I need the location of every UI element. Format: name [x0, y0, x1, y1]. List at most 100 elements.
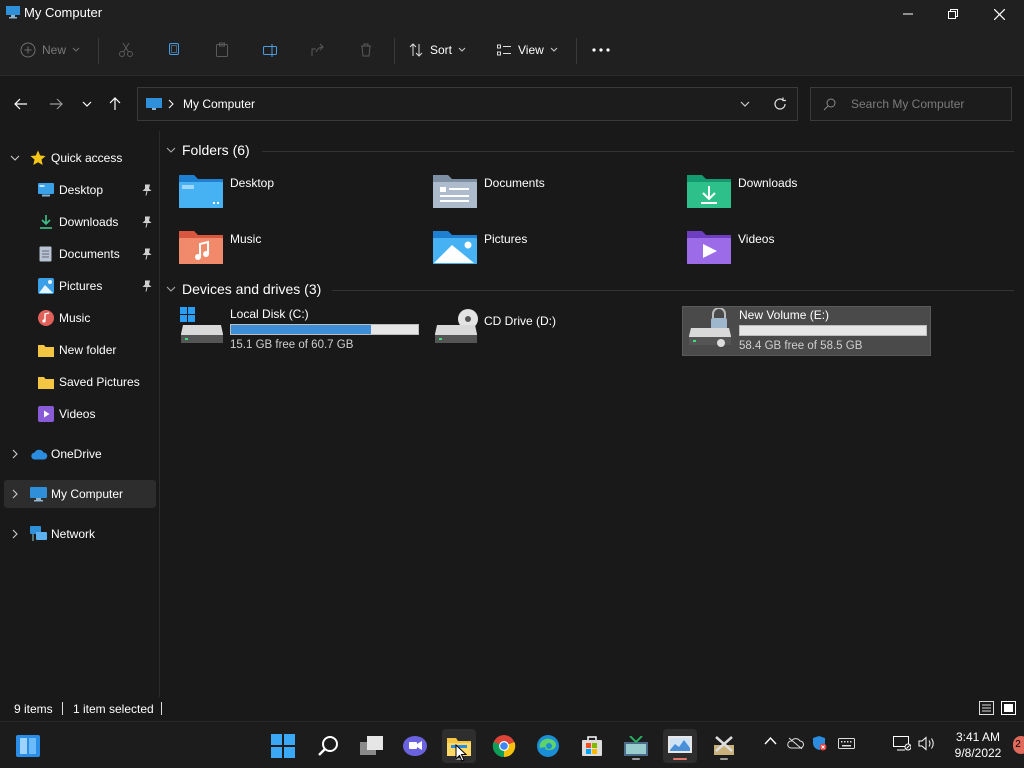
sort-button[interactable]: Sort	[408, 28, 466, 72]
pin-icon[interactable]	[142, 280, 152, 292]
sidebar-item-network[interactable]: Network	[4, 520, 156, 548]
drive-tile-d[interactable]: CD Drive (D:)	[432, 307, 676, 357]
folder-label: Pictures	[484, 232, 528, 246]
search-placeholder: Search My Computer	[851, 97, 965, 111]
clock-date: 9/8/2022	[954, 746, 1002, 760]
chevron-down-icon	[166, 147, 176, 153]
edge-icon	[537, 735, 559, 757]
notification-badge[interactable]: 2	[1013, 736, 1024, 754]
title-bar: My Computer	[0, 0, 1024, 28]
taskbar: 3:41 AM 9/8/2022 2	[0, 721, 1024, 768]
refresh-icon[interactable]	[773, 97, 787, 111]
sidebar-label: Documents	[59, 247, 120, 261]
drive-free-space: 15.1 GB free of 60.7 GB	[230, 339, 354, 351]
sidebar-item-onedrive[interactable]: OneDrive	[4, 440, 156, 468]
pin-icon[interactable]	[142, 184, 152, 196]
recent-locations-button[interactable]	[76, 93, 98, 115]
details-view-button[interactable]	[979, 701, 994, 715]
pin-icon[interactable]	[142, 216, 152, 228]
folder-tile-pictures[interactable]: Pictures	[432, 225, 672, 273]
widgets-button[interactable]	[11, 729, 45, 763]
folders-group-header[interactable]: Folders (6)	[166, 142, 250, 158]
back-button[interactable]	[10, 93, 32, 115]
sidebar-item-videos[interactable]: Videos	[4, 400, 156, 428]
resource-monitor-button[interactable]	[663, 729, 697, 763]
up-button[interactable]	[104, 93, 126, 115]
rename-button[interactable]	[262, 28, 278, 72]
address-bar[interactable]: My Computer	[137, 87, 798, 121]
sidebar-item-documents[interactable]: Documents	[4, 240, 156, 268]
sidebar-item-saved-pictures[interactable]: Saved Pictures	[4, 368, 156, 396]
security-tray-icon[interactable]	[811, 735, 827, 751]
sidebar-item-desktop[interactable]: Desktop	[4, 176, 156, 204]
start-button[interactable]	[266, 729, 300, 763]
copy-button[interactable]	[166, 28, 182, 72]
drive-tile-c[interactable]: Local Disk (C:) 15.1 GB free of 60.7 GB	[178, 307, 422, 357]
search-box[interactable]: Search My Computer	[810, 87, 1012, 121]
videos-icon	[38, 406, 54, 422]
delete-button[interactable]	[358, 28, 374, 72]
running-indicator	[632, 758, 640, 760]
onedrive-tray-icon[interactable]	[787, 737, 804, 749]
sidebar-label: Network	[51, 527, 96, 541]
cut-button[interactable]	[118, 28, 134, 72]
drives-group-header[interactable]: Devices and drives (3)	[166, 281, 321, 297]
item-count: 9 items	[14, 702, 53, 716]
clock[interactable]: 3:41 AM 9/8/2022	[944, 729, 1012, 761]
sidebar-item-music[interactable]: Music	[4, 304, 156, 332]
folder-tile-videos[interactable]: Videos	[686, 225, 926, 273]
spreadsheet-app-button[interactable]	[619, 729, 653, 763]
edge-button[interactable]	[531, 729, 565, 763]
sidebar-label: Videos	[59, 407, 96, 421]
share-button[interactable]	[310, 28, 326, 72]
sidebar-item-quick-access[interactable]: Quick access	[4, 144, 156, 172]
paste-button[interactable]	[214, 28, 230, 72]
pin-icon[interactable]	[142, 248, 152, 260]
trash-icon	[361, 43, 371, 57]
folder-tile-desktop[interactable]: Desktop	[178, 169, 418, 217]
folder-icon	[38, 377, 54, 389]
windows-drive-icon	[180, 307, 223, 343]
more-icon	[592, 48, 610, 52]
store-button[interactable]	[575, 729, 609, 763]
search-button[interactable]	[311, 729, 345, 763]
sidebar-item-downloads[interactable]: Downloads	[4, 208, 156, 236]
arrow-left-icon	[14, 98, 27, 110]
chat-button[interactable]	[398, 729, 432, 763]
chevron-right-icon	[12, 489, 18, 499]
star-icon	[30, 150, 46, 165]
folder-tile-documents[interactable]: Documents	[432, 169, 672, 217]
minimize-button[interactable]	[885, 0, 931, 28]
show-hidden-icons-button[interactable]	[764, 737, 777, 745]
pictures-folder-icon	[433, 231, 477, 264]
view-label: View	[518, 43, 544, 57]
chrome-button[interactable]	[487, 729, 521, 763]
tools-app-button[interactable]	[707, 729, 741, 763]
cloud-icon	[31, 449, 48, 460]
tiles-view-button[interactable]	[1001, 701, 1016, 715]
folder-icon	[38, 345, 54, 357]
separator	[161, 702, 162, 715]
drive-tile-e[interactable]: New Volume (E:) 58.4 GB free of 58.5 GB	[682, 306, 931, 356]
more-options-button[interactable]	[592, 28, 610, 72]
forward-button[interactable]	[45, 93, 67, 115]
view-button[interactable]: View	[496, 28, 558, 72]
sidebar-item-pictures[interactable]: Pictures	[4, 272, 156, 300]
breadcrumb-location[interactable]: My Computer	[183, 97, 255, 111]
volume-tray-icon[interactable]	[918, 736, 935, 751]
close-button[interactable]	[976, 0, 1022, 28]
folder-label: Documents	[484, 176, 545, 190]
address-history-chevron-icon[interactable]	[740, 101, 750, 107]
restore-button[interactable]	[930, 0, 976, 28]
locked-drive-icon	[689, 308, 731, 347]
folder-tile-music[interactable]: Music	[178, 225, 418, 273]
task-view-button[interactable]	[355, 729, 389, 763]
network-tray-icon[interactable]	[893, 736, 911, 751]
keyboard-tray-icon[interactable]	[838, 738, 855, 749]
folder-tile-downloads[interactable]: Downloads	[686, 169, 926, 217]
documents-folder-icon	[433, 175, 477, 208]
sidebar-item-new-folder[interactable]: New folder	[4, 336, 156, 364]
new-button[interactable]: New	[20, 28, 80, 72]
plus-circle-icon	[20, 42, 36, 58]
sidebar-item-my-computer[interactable]: My Computer	[4, 480, 156, 508]
